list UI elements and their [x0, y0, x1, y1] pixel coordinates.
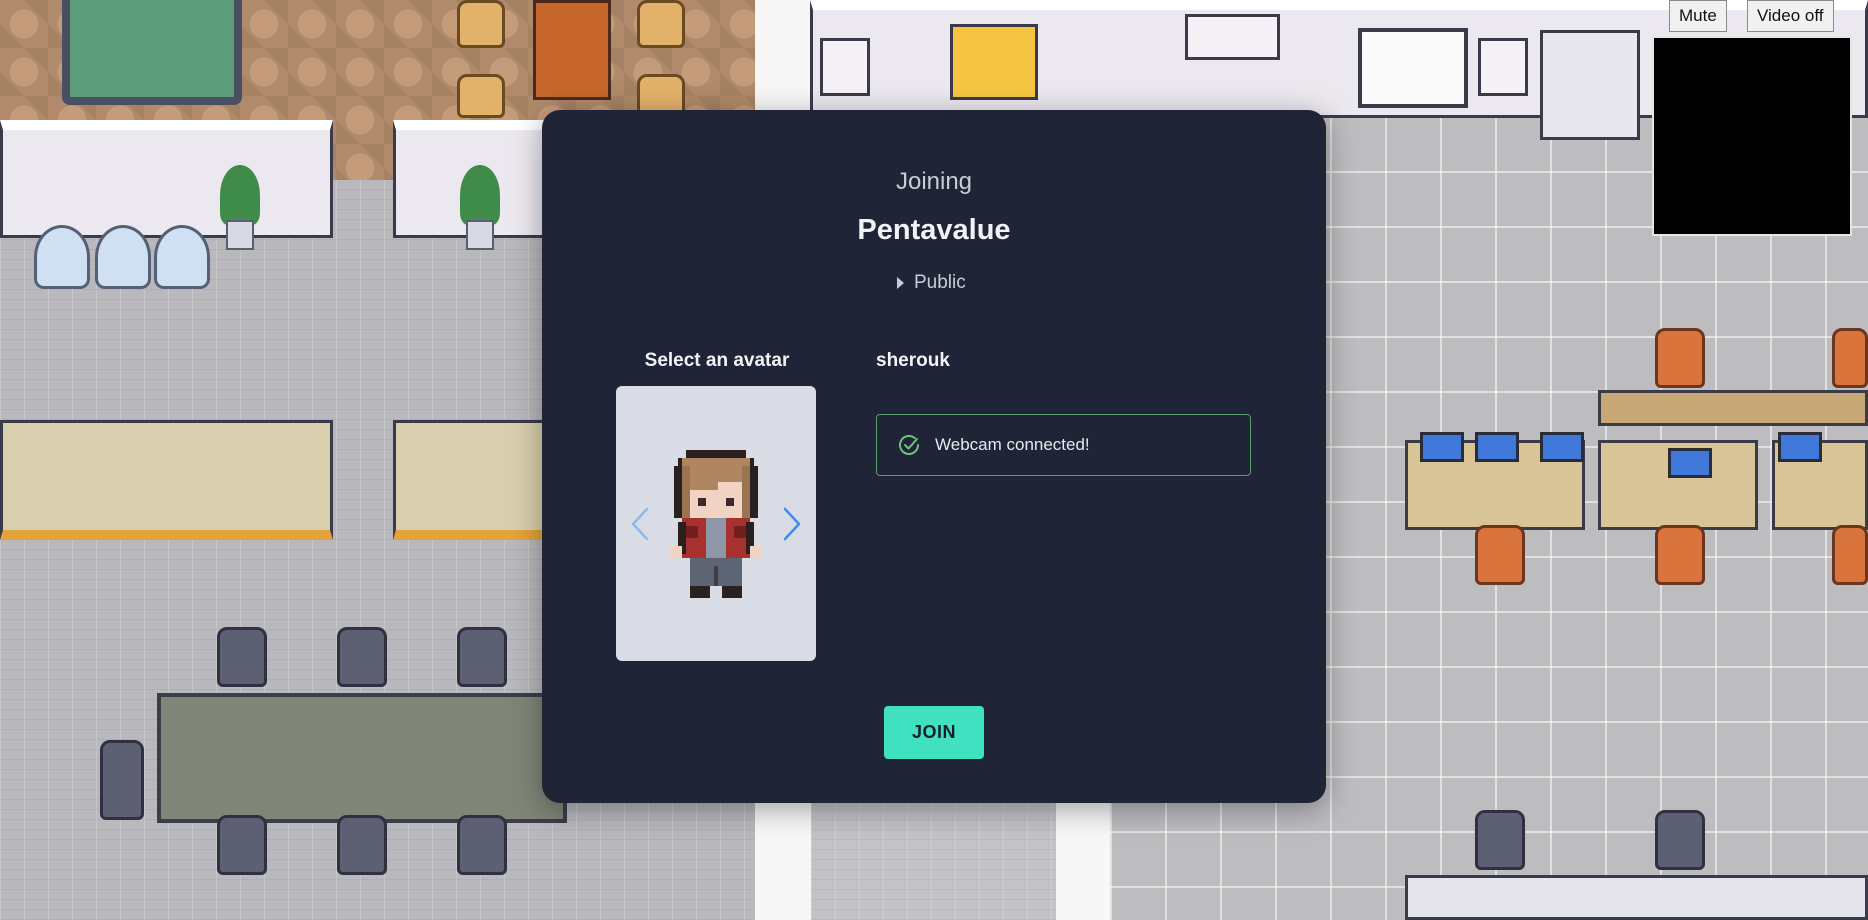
meeting-chair [457, 627, 507, 687]
meeting-chair [457, 815, 507, 875]
visibility-label: Public [914, 272, 966, 293]
office-chair [1475, 810, 1525, 870]
meeting-chair [337, 815, 387, 875]
computer-monitor [1540, 432, 1584, 462]
meeting-chair [100, 740, 144, 820]
computer-monitor [1420, 432, 1464, 462]
avatar-section-label: Select an avatar [644, 350, 790, 371]
self-video-preview [1652, 36, 1852, 236]
pool-table [62, 0, 242, 105]
webcam-status-text: Webcam connected! [935, 435, 1090, 454]
check-circle-icon [899, 435, 919, 455]
lounge-door [533, 0, 611, 100]
meeting-chair [217, 815, 267, 875]
kitchen-counter [0, 420, 333, 540]
wall-certificate [820, 38, 870, 96]
computer-monitor [1668, 448, 1712, 478]
air-conditioner [1185, 14, 1280, 60]
webcam-status-alert: Webcam connected! [876, 414, 1251, 476]
avatar-preview [616, 386, 816, 661]
avatar-sprite [670, 450, 762, 598]
username-label: sherouk [876, 350, 950, 371]
join-space-dialog: Joining Pentavalue Public Select an avat… [542, 110, 1326, 803]
office-chair [1832, 328, 1868, 388]
kitchen-counter-right [393, 420, 553, 540]
office-desk-row [1405, 875, 1868, 920]
next-avatar-button[interactable] [778, 502, 806, 546]
wall-painting [950, 24, 1038, 100]
computer-monitor [1778, 432, 1822, 462]
office-chair [1832, 525, 1868, 585]
lounge-wall-left [0, 120, 333, 238]
chevron-left-icon [631, 507, 649, 541]
joining-label: Joining [895, 168, 973, 195]
meeting-chair [217, 627, 267, 687]
whiteboard [1358, 28, 1468, 108]
video-off-button[interactable]: Video off [1747, 0, 1834, 32]
desk-divider [1598, 390, 1868, 426]
space-name: Pentavalue [857, 214, 1011, 246]
bar-stool [457, 0, 505, 48]
office-chair [1655, 328, 1705, 388]
meeting-table [157, 693, 567, 823]
visibility-toggle[interactable]: Public [897, 272, 966, 294]
lounge-chair [154, 225, 210, 289]
caret-right-icon [897, 277, 904, 289]
chevron-right-icon [783, 507, 801, 541]
join-button[interactable]: JOIN [884, 706, 984, 759]
potted-plant [220, 165, 260, 255]
bookshelf [1540, 30, 1640, 140]
office-chair [1655, 810, 1705, 870]
bar-stool [637, 0, 685, 48]
wall-certificate [1478, 38, 1528, 96]
office-chair [1475, 525, 1525, 585]
office-chair [1655, 525, 1705, 585]
potted-plant [460, 165, 500, 255]
lounge-chair [34, 225, 90, 289]
meeting-chair [337, 627, 387, 687]
lounge-chair [95, 225, 151, 289]
computer-monitor [1475, 432, 1519, 462]
bar-stool [457, 74, 505, 118]
mute-button[interactable]: Mute [1669, 0, 1727, 32]
previous-avatar-button[interactable] [626, 502, 654, 546]
